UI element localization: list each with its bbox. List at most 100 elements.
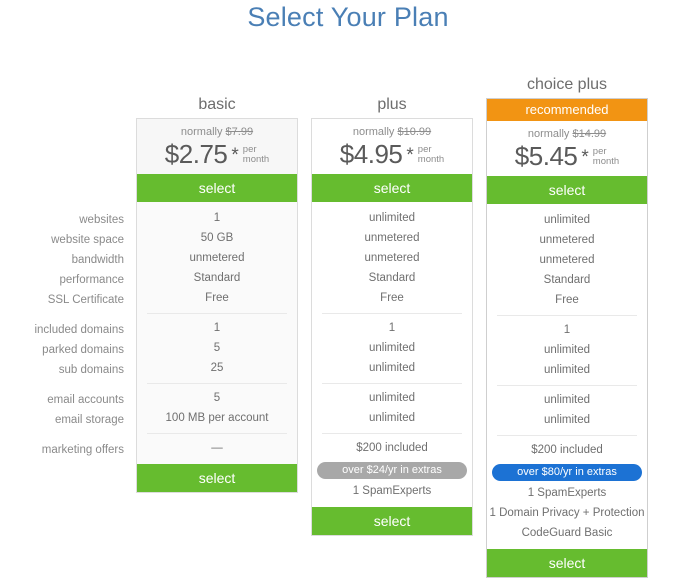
- feature-value: 5: [213, 392, 221, 404]
- feature-value: Free: [205, 292, 229, 304]
- normally-prefix: normally: [352, 126, 395, 138]
- value-group-divider: [137, 308, 297, 318]
- value-group-divider: [137, 378, 297, 388]
- price-amount: $2.75: [164, 139, 228, 169]
- recommended-badge: recommended: [487, 99, 647, 121]
- feature-value: 1: [213, 212, 221, 224]
- price-amount: $4.95: [339, 139, 403, 169]
- normal-price-basic: normally $7.99: [137, 125, 297, 139]
- feature-label: bandwidth: [71, 254, 124, 266]
- select-button-choice-plus-top[interactable]: select: [487, 176, 647, 204]
- price-line-plus: $4.95 * per month: [312, 141, 472, 167]
- feature-label: marketing offers: [41, 444, 124, 456]
- normally-prefix: normally: [527, 128, 570, 140]
- feature-label: email accounts: [47, 394, 124, 406]
- plan-heading-choice-plus: choice plus: [526, 76, 608, 93]
- value-group-divider: [312, 428, 472, 438]
- price-asterisk: *: [581, 147, 589, 168]
- select-button-plus-top[interactable]: select: [312, 174, 472, 202]
- feature-label: SSL Certificate: [47, 294, 124, 306]
- select-button-basic-bottom[interactable]: select: [137, 464, 297, 492]
- price-box-basic: normally $7.99 $2.75 * per month: [137, 119, 297, 174]
- extra-item: 1 Domain Privacy + Protection: [489, 507, 645, 519]
- label-group-divider: [0, 380, 124, 390]
- feature-values-basic: 1 50 GB unmetered Standard Free 1 5 25 5…: [137, 202, 297, 464]
- period-month: month: [417, 154, 445, 165]
- select-button-plus-bottom[interactable]: select: [312, 507, 472, 535]
- feature-value: unlimited: [543, 394, 591, 406]
- feature-label-column: websites website space bandwidth perform…: [0, 210, 124, 460]
- label-group-divider: [0, 310, 124, 320]
- feature-values-choice-plus: unlimited unmetered unmetered Standard F…: [487, 204, 647, 549]
- label-group-divider: [0, 430, 124, 440]
- normally-price: $7.99: [225, 126, 254, 138]
- value-group-divider: [312, 308, 472, 318]
- feature-value: Free: [380, 292, 404, 304]
- extra-item: 1 SpamExperts: [352, 485, 432, 497]
- feature-value: 100 MB per account: [165, 412, 269, 424]
- feature-value: Standard: [193, 272, 241, 284]
- plan-card-choice-plus: recommended normally $14.99 $5.45 * per …: [486, 98, 648, 578]
- price-period: per month: [593, 147, 619, 167]
- price-box-choice-plus: normally $14.99 $5.45 * per month: [487, 121, 647, 176]
- feature-value: unmetered: [364, 232, 420, 244]
- feature-value: Standard: [543, 274, 591, 286]
- feature-value: unlimited: [543, 344, 591, 356]
- extras-pill-choice-plus: over $80/yr in extras: [492, 464, 642, 481]
- feature-value: unmetered: [364, 252, 420, 264]
- select-button-choice-plus-bottom[interactable]: select: [487, 549, 647, 577]
- feature-label: included domains: [34, 324, 124, 336]
- price-period: per month: [418, 145, 444, 165]
- feature-value: unlimited: [543, 214, 591, 226]
- price-line-basic: $2.75 * per month: [137, 141, 297, 167]
- feature-value: unlimited: [368, 362, 416, 374]
- feature-value: $200 included: [531, 444, 603, 456]
- feature-value: Standard: [368, 272, 416, 284]
- extra-item: CodeGuard Basic: [521, 527, 613, 539]
- feature-value: unlimited: [368, 212, 416, 224]
- value-group-divider: [487, 380, 647, 390]
- plan-card-plus: normally $10.99 $4.95 * per month select…: [311, 118, 473, 536]
- feature-value: unlimited: [368, 342, 416, 354]
- feature-label: parked domains: [42, 344, 124, 356]
- normally-price: $10.99: [397, 126, 432, 138]
- feature-label: performance: [59, 274, 124, 286]
- feature-value: unlimited: [543, 414, 591, 426]
- feature-label: websites: [79, 214, 124, 226]
- feature-values-plus: unlimited unmetered unmetered Standard F…: [312, 202, 472, 507]
- feature-value: 1: [388, 322, 396, 334]
- value-group-divider: [137, 428, 297, 438]
- feature-value: —: [211, 442, 223, 454]
- normally-prefix: normally: [180, 126, 223, 138]
- feature-value: $200 included: [356, 442, 428, 454]
- plan-card-basic: normally $7.99 $2.75 * per month select …: [136, 118, 298, 493]
- price-amount: $5.45: [514, 141, 578, 171]
- feature-value: unmetered: [539, 254, 595, 266]
- feature-value: unlimited: [368, 412, 416, 424]
- plan-heading-basic: basic: [198, 96, 236, 113]
- feature-label: email storage: [54, 414, 124, 426]
- feature-value: 5: [213, 342, 221, 354]
- feature-value: unlimited: [368, 392, 416, 404]
- plan-heading-plus: plus: [377, 96, 407, 113]
- price-line-choice-plus: $5.45 * per month: [487, 143, 647, 169]
- feature-value: unmetered: [189, 252, 245, 264]
- select-button-basic-top[interactable]: select: [137, 174, 297, 202]
- extras-pill-plus: over $24/yr in extras: [317, 462, 467, 479]
- feature-value: 1: [563, 324, 571, 336]
- feature-value: unmetered: [539, 234, 595, 246]
- feature-label: website space: [51, 234, 124, 246]
- price-asterisk: *: [406, 145, 414, 166]
- period-month: month: [242, 154, 270, 165]
- feature-value: unlimited: [543, 364, 591, 376]
- normal-price-choice-plus: normally $14.99: [487, 127, 647, 141]
- feature-value: 1: [213, 322, 221, 334]
- feature-value: Free: [555, 294, 579, 306]
- feature-value: 25: [210, 362, 224, 374]
- page-title: Select Your Plan: [247, 2, 449, 32]
- normally-price: $14.99: [572, 128, 607, 140]
- value-group-divider: [487, 430, 647, 440]
- normal-price-plus: normally $10.99: [312, 125, 472, 139]
- value-group-divider: [312, 378, 472, 388]
- price-asterisk: *: [231, 145, 239, 166]
